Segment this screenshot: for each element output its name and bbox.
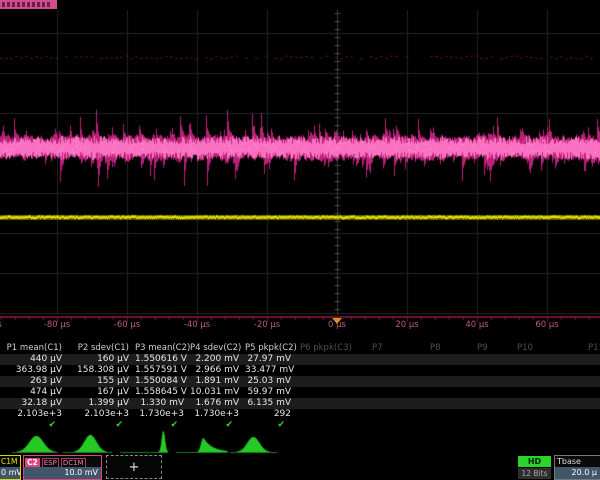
stat-value: 2.966 mV <box>190 365 245 376</box>
tbase-label: Tbase <box>555 456 600 466</box>
param-header-unused[interactable]: P7 <box>372 343 383 354</box>
stat-value: 1.399 µV <box>68 398 135 409</box>
c2-coupling-chip: DC1M <box>61 458 86 468</box>
stat-value: 160 µV <box>68 354 135 365</box>
stat-value: 1.550084 V <box>135 376 190 387</box>
stat-value: 10.031 mV <box>190 387 245 398</box>
time-tick-label: -60 µs <box>114 320 140 330</box>
param-header[interactable]: P1 mean(C1) <box>0 343 68 354</box>
stat-value: 363.98 µV <box>0 365 68 376</box>
timebase-descriptor[interactable]: Tbase 20.0 µ <box>554 455 600 480</box>
stat-value: 27.97 mV <box>245 354 297 365</box>
stat-value: 1.730e+3 <box>135 409 190 420</box>
timebase-ruler-labels: -100 µs-80 µs-60 µs-40 µs-20 µs0 µs20 µs… <box>0 320 600 333</box>
channel-c1-descriptor[interactable]: C1M 0 mV <box>0 455 21 480</box>
time-tick-label: -80 µs <box>44 320 70 330</box>
stat-value: 1.730e+3 <box>190 409 245 420</box>
stat-value: 2.103e+3 <box>0 409 68 420</box>
stat-value: 158.308 µV <box>68 365 135 376</box>
stat-row: 2.103e+32.103e+31.730e+31.730e+3292 <box>0 409 600 420</box>
stat-value: 32.18 µV <box>0 398 68 409</box>
descriptor-bar: C1M 0 mV C2 ESP DC1M 10.0 mV + HD 12 Bit… <box>0 455 600 480</box>
stat-value: 1.676 mV <box>190 398 245 409</box>
stat-value: 440 µV <box>0 354 68 365</box>
c1-volts-per-div: 0 mV <box>0 467 20 479</box>
measurement-histicons[interactable] <box>0 430 600 455</box>
time-tick-label: -100 µs <box>0 320 2 330</box>
stat-value: 1.891 mV <box>190 376 245 387</box>
c2-channel-chip: C2 <box>25 458 40 467</box>
measurement-table: P1 mean(C1)P2 sdev(C1)P3 mean(C2)P4 sdev… <box>0 343 600 432</box>
stat-value: 33.477 mV <box>245 365 297 376</box>
stat-value: 2.103e+3 <box>68 409 135 420</box>
badge-text-glyphs <box>2 2 52 7</box>
add-trace-button[interactable]: + <box>106 455 162 479</box>
stat-row: 32.18 µV1.399 µV1.330 mV1.676 mV6.135 mV <box>0 398 600 409</box>
stat-value: 1.557591 V <box>135 365 190 376</box>
stat-value: 474 µV <box>0 387 68 398</box>
tbase-value: 20.0 µ <box>555 467 600 479</box>
stat-value: 6.135 mV <box>245 398 297 409</box>
stat-value: 263 µV <box>0 376 68 387</box>
stat-value: 59.97 mV <box>245 387 297 398</box>
stat-row: 474 µV167 µV1.558645 V10.031 mV59.97 mV <box>0 387 600 398</box>
stat-value: 155 µV <box>68 376 135 387</box>
time-tick-label: 20 µs <box>395 320 418 330</box>
stat-row: 363.98 µV158.308 µV1.557591 V2.966 mV33.… <box>0 365 600 376</box>
param-header-unused[interactable]: P11 <box>588 343 600 354</box>
stat-value: 167 µV <box>68 387 135 398</box>
time-tick-label: -40 µs <box>184 320 210 330</box>
param-header-unused[interactable]: P9 <box>477 343 488 354</box>
c2-esp-chip: ESP <box>42 458 59 468</box>
param-header[interactable]: P4 sdev(C2) <box>190 343 245 354</box>
param-header[interactable]: P5 pkpk(C2) <box>245 343 297 354</box>
stat-value: 25.03 mV <box>245 376 297 387</box>
stat-value: 1.558645 V <box>135 387 190 398</box>
c1-coupling-label: C1M <box>0 456 20 466</box>
c2-volts-per-div: 10.0 mV <box>24 467 101 479</box>
param-header[interactable]: P2 sdev(C1) <box>68 343 135 354</box>
waveform-grid-canvas[interactable] <box>0 0 600 334</box>
time-tick-label: 60 µs <box>535 320 558 330</box>
stat-value: 1.330 mV <box>135 398 190 409</box>
hd-mode-badge[interactable]: HD <box>518 456 551 467</box>
param-header-unused[interactable]: P6 pkpk(C3) <box>300 343 352 354</box>
param-header[interactable]: P3 mean(C2) <box>135 343 190 354</box>
time-tick-label: -20 µs <box>254 320 280 330</box>
stat-row: 440 µV160 µV1.550616 V2.200 mV27.97 mV <box>0 354 600 365</box>
stat-row: 263 µV155 µV1.550084 V1.891 mV25.03 mV <box>0 376 600 387</box>
trigger-position-marker[interactable] <box>332 318 342 324</box>
channel-c2-descriptor[interactable]: C2 ESP DC1M 10.0 mV <box>23 455 102 480</box>
bit-resolution-label: 12 Bits <box>518 468 551 479</box>
oscilloscope-screen: -100 µs-80 µs-60 µs-40 µs-20 µs0 µs20 µs… <box>0 0 600 480</box>
stat-value: 292 <box>245 409 297 420</box>
param-header-unused[interactable]: P8 <box>430 343 441 354</box>
plus-icon: + <box>129 460 140 475</box>
stat-value: 1.550616 V <box>135 354 190 365</box>
stat-value: 2.200 mV <box>190 354 245 365</box>
param-header-unused[interactable]: P10 <box>517 343 533 354</box>
time-tick-label: 40 µs <box>465 320 488 330</box>
trace-descriptor-badge[interactable] <box>0 0 57 9</box>
